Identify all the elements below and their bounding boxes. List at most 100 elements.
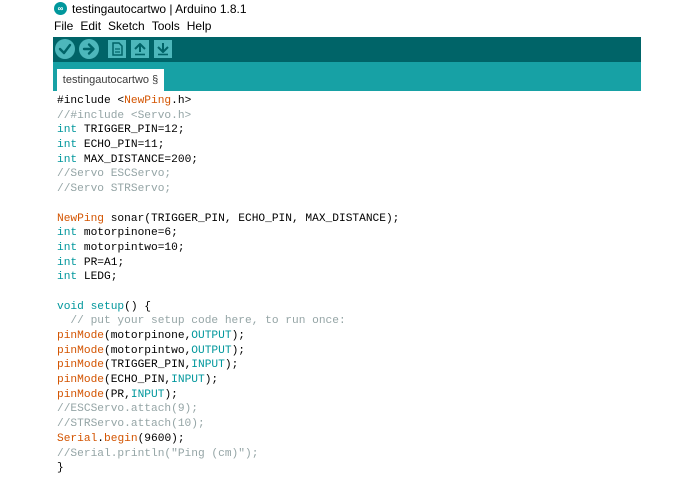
code-token: );: [231, 330, 246, 342]
code-line[interactable]: int LEDG;: [57, 270, 641, 285]
code-token: LEDG;: [77, 271, 118, 284]
code-token: );: [164, 388, 178, 401]
code-token: (9600);: [137, 432, 185, 445]
code-line[interactable]: //#include <Servo.h>: [57, 109, 641, 124]
menu-sketch[interactable]: Sketch: [108, 19, 145, 33]
code-token: int: [57, 227, 78, 240]
code-line[interactable]: }: [57, 461, 641, 476]
code-token: int: [57, 241, 78, 254]
code-token: INPUT: [130, 388, 165, 401]
code-line[interactable]: Serial.begin(9600);: [57, 432, 641, 447]
new-icon: [112, 42, 123, 56]
code-token: pinMode: [57, 344, 104, 357]
code-token: //#include <Servo.h>: [57, 109, 192, 122]
code-line[interactable]: //STRServo.attach(10);: [57, 417, 641, 432]
code-token: pinMode: [57, 374, 104, 387]
menu-help[interactable]: Help: [187, 19, 212, 33]
code-token: sonar(TRIGGER_PIN, ECHO_PIN, MAX_DISTANC…: [104, 212, 400, 225]
code-token: //Servo STRServo;: [57, 183, 172, 196]
code-line[interactable]: pinMode(TRIGGER_PIN,INPUT);: [57, 358, 641, 373]
arduino-logo-glyph: ∞: [57, 3, 64, 13]
code-token: int: [57, 271, 78, 284]
code-token: NewPing: [57, 212, 104, 225]
code-line[interactable]: int motorpintwo=10;: [57, 241, 641, 256]
code-token: OUTPUT: [191, 330, 232, 342]
code-token: (motorpinone,: [104, 330, 192, 342]
code-line[interactable]: int motorpinone=6;: [57, 226, 641, 241]
code-token: PR=A1;: [77, 256, 125, 269]
code-token: //ESCServo.attach(9);: [57, 403, 198, 416]
code-token: ECHO_PIN=11;: [77, 139, 165, 152]
code-token: NewPing: [124, 95, 172, 107]
menu-bar: File Edit Sketch Tools Help: [54, 17, 218, 35]
code-token: pinMode: [57, 388, 104, 401]
open-icon: [134, 43, 146, 56]
code-token: INPUT: [171, 374, 205, 387]
code-line[interactable]: pinMode(motorpinone,OUTPUT);: [57, 329, 641, 344]
code-token: (motorpintwo,: [104, 344, 192, 357]
code-line[interactable]: NewPing sonar(TRIGGER_PIN, ECHO_PIN, MAX…: [57, 212, 641, 227]
code-line[interactable]: pinMode(ECHO_PIN,INPUT);: [57, 373, 641, 388]
code-line[interactable]: //Serial.println("Ping (cm)");: [57, 447, 641, 462]
code-line[interactable]: pinMode(motorpintwo,OUTPUT);: [57, 344, 641, 359]
verify-button[interactable]: [55, 39, 75, 59]
upload-icon: [82, 43, 95, 55]
code-line[interactable]: //ESCServo.attach(9);: [57, 402, 641, 417]
code-token: .h>: [171, 95, 192, 107]
menu-tools[interactable]: Tools: [152, 19, 180, 33]
code-line[interactable]: ​: [57, 285, 641, 300]
code-token: );: [224, 359, 239, 372]
code-token: Serial: [57, 432, 98, 445]
code-line[interactable]: #include <NewPing.h>: [57, 94, 641, 109]
code-token: //STRServo.attach(10);: [57, 418, 205, 431]
toolbar: [53, 37, 641, 62]
code-token: pinMode: [57, 330, 104, 342]
title-bar: ∞ testingautocartwo | Arduino 1.8.1: [0, 0, 695, 17]
code-token: //Servo ESCServo;: [57, 168, 172, 181]
code-token: MAX_DISTANCE=200;: [77, 153, 199, 166]
code-line[interactable]: pinMode(PR,INPUT);: [57, 388, 641, 403]
code-token: .: [97, 432, 105, 445]
code-token: (ECHO_PIN,: [104, 374, 172, 387]
code-token: int: [57, 153, 78, 166]
code-token: OUTPUT: [191, 344, 232, 357]
code-line[interactable]: void setup() {: [57, 300, 641, 315]
code-line[interactable]: int ECHO_PIN=11;: [57, 138, 641, 153]
code-token: // put your setup code here, to run once…: [57, 315, 346, 328]
arduino-logo-icon: ∞: [54, 2, 67, 15]
open-button[interactable]: [131, 40, 149, 58]
code-token: );: [231, 344, 246, 357]
code-line[interactable]: int TRIGGER_PIN=12;: [57, 123, 641, 138]
tab-bar: testingautocartwo §: [53, 62, 641, 91]
new-button[interactable]: [108, 40, 126, 58]
verify-icon: [58, 43, 72, 55]
code-token: motorpinone=6;: [77, 227, 178, 240]
code-token: (TRIGGER_PIN,: [104, 359, 192, 372]
code-line[interactable]: //Servo ESCServo;: [57, 167, 641, 182]
code-line[interactable]: int MAX_DISTANCE=200;: [57, 153, 641, 168]
code-token: //Serial.println("Ping (cm)");: [57, 447, 259, 460]
code-token: }: [57, 462, 64, 475]
upload-button[interactable]: [79, 39, 99, 59]
code-token: (PR,: [104, 388, 131, 401]
window-title: testingautocartwo | Arduino 1.8.1: [72, 1, 247, 16]
menu-file[interactable]: File: [54, 19, 73, 33]
code-token: pinMode: [57, 359, 104, 372]
tab-label: testingautocartwo §: [62, 74, 159, 86]
code-token: () {: [124, 300, 152, 313]
menu-edit[interactable]: Edit: [80, 19, 101, 33]
save-button[interactable]: [154, 40, 172, 58]
code-token: void: [57, 300, 84, 313]
code-token: INPUT: [191, 359, 225, 372]
code-line[interactable]: int PR=A1;: [57, 256, 641, 271]
code-token: setup: [90, 300, 125, 313]
code-editor[interactable]: #include <NewPing.h>//#include <Servo.h>…: [57, 94, 641, 484]
save-icon: [157, 43, 169, 56]
tab-testingautocartwo[interactable]: testingautocartwo §: [57, 69, 164, 91]
code-line[interactable]: // put your setup code here, to run once…: [57, 314, 641, 329]
code-line[interactable]: //Servo STRServo;: [57, 182, 641, 197]
code-token: #include <: [57, 95, 125, 107]
code-token: begin: [104, 432, 138, 445]
code-line[interactable]: ​: [57, 197, 641, 212]
